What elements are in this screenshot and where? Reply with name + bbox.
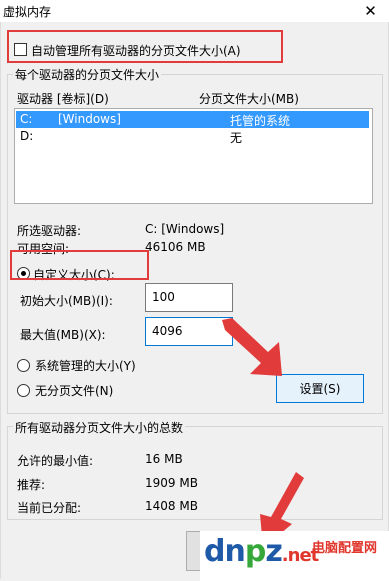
system-managed-label[interactable]: 系统管理的大小(Y) <box>35 357 136 374</box>
no-paging-file-radio[interactable] <box>17 384 30 397</box>
drive-paging-size: 无 <box>230 131 243 145</box>
min-allowed-value: 16 MB <box>145 452 183 466</box>
drive-letter[interactable]: D: <box>20 129 33 143</box>
recommended-value: 1909 MB <box>145 476 198 490</box>
annotation-highlight-custom-size <box>10 250 149 280</box>
annotation-highlight-auto-manage <box>7 30 283 63</box>
initial-size-input[interactable]: 100 <box>145 283 233 312</box>
drive-group-title: 每个驱动器的分页文件大小 <box>13 66 162 83</box>
allocated-label: 当前已分配: <box>17 501 82 515</box>
title-bar <box>0 0 389 22</box>
max-size-label: 最大值(MB)(X): <box>20 328 106 342</box>
watermark: dnpz.net 电脑配置网 <box>200 531 389 581</box>
window-title: 虚拟内存 <box>3 5 52 19</box>
min-allowed-label: 允许的最小值: <box>17 454 94 468</box>
selected-drive-label: 所选驱动器: <box>17 224 82 238</box>
initial-size-label: 初始大小(MB)(I): <box>20 294 113 308</box>
system-managed-radio[interactable] <box>17 359 30 372</box>
column-header-size: 分页文件大小(MB) <box>199 92 299 106</box>
column-header-drive: 驱动器 [卷标](D) <box>17 92 109 106</box>
recommended-label: 推荐: <box>17 478 46 492</box>
allocated-value: 1408 MB <box>145 499 198 513</box>
watermark-brand: dnpz.net <box>204 534 319 569</box>
drive-paging-size: 托管的系统 <box>230 114 291 128</box>
free-space-value: 46106 MB <box>145 240 206 254</box>
max-size-input[interactable]: 4096 <box>145 317 233 346</box>
drive-letter: C: <box>20 112 33 126</box>
totals-group-title: 所有驱动器分页文件大小的总数 <box>13 419 186 436</box>
no-paging-file-label[interactable]: 无分页文件(N) <box>35 382 113 399</box>
drive-volume-label: [Windows] <box>58 112 121 126</box>
watermark-site-name: 电脑配置网 <box>312 541 378 556</box>
close-icon: ✕ <box>364 2 377 20</box>
selected-drive-value: C: [Windows] <box>145 222 225 236</box>
close-button[interactable]: ✕ <box>352 0 389 22</box>
set-button[interactable]: 设置(S) <box>276 374 364 403</box>
